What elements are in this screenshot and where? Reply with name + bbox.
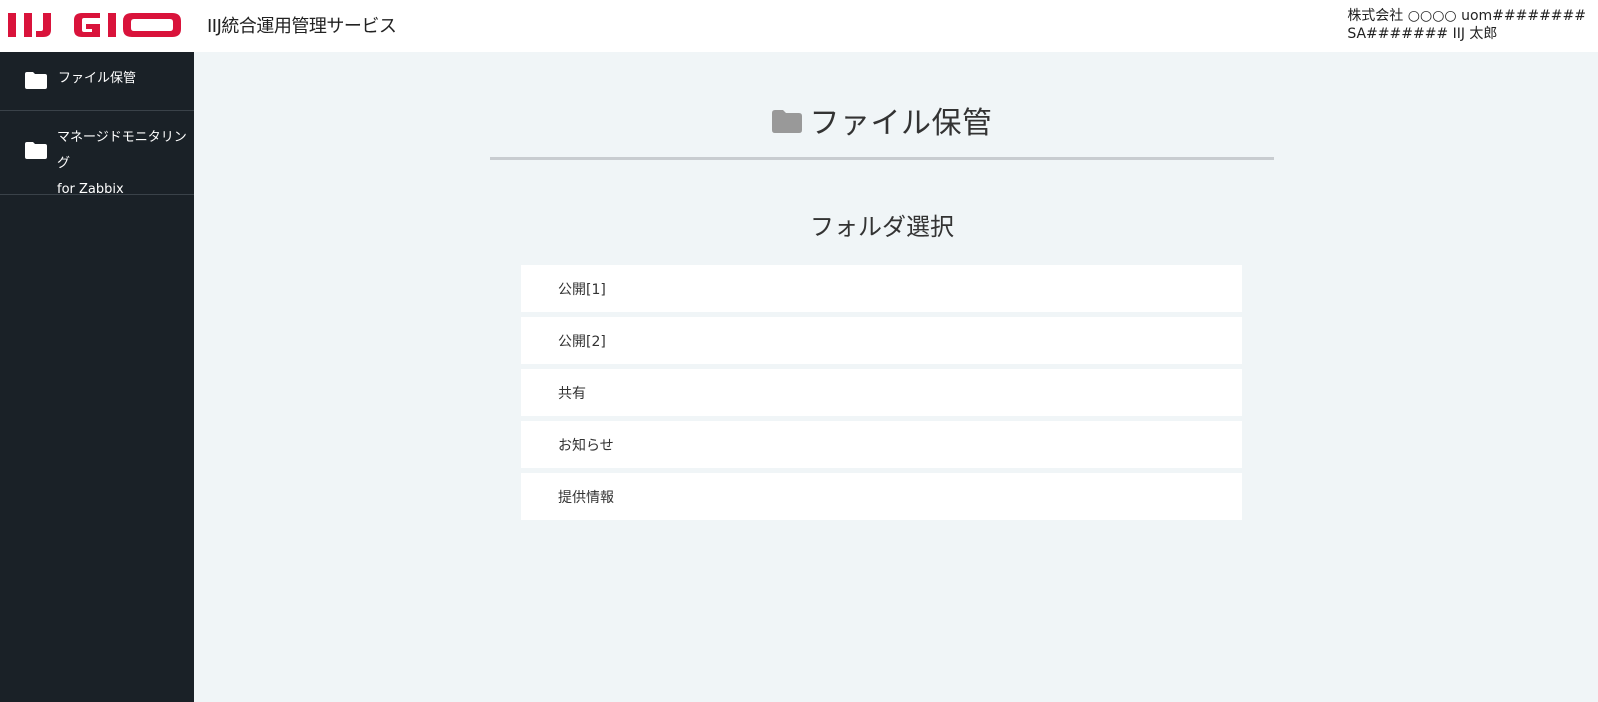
sidebar-item-label-line1: マネージドモニタリング <box>57 130 187 171</box>
sidebar: ファイル保管 マネージドモニタリング for Zabbix <box>0 52 194 702</box>
user-info: 株式会社 ○○○○ uom######## SA####### IIJ 太郎 <box>1347 7 1586 43</box>
sidebar-item-managed-monitoring[interactable]: マネージドモニタリング for Zabbix <box>0 111 194 197</box>
sidebar-item-label: ファイル保管 <box>58 71 137 86</box>
folder-item-public-1[interactable]: 公開[1] <box>521 265 1242 312</box>
folder-list: 公開[1] 公開[2] 共有 お知らせ 提供情報 <box>521 265 1242 525</box>
user-company: 株式会社 ○○○○ uom######## <box>1347 8 1586 24</box>
user-name: SA####### IIJ 太郎 <box>1347 26 1498 42</box>
folder-item-public-2[interactable]: 公開[2] <box>521 317 1242 364</box>
folder-icon <box>771 110 802 133</box>
sidebar-item-label: マネージドモニタリング for Zabbix <box>57 125 194 203</box>
folder-item-notice[interactable]: お知らせ <box>521 421 1242 468</box>
sidebar-item-label-line2: for Zabbix <box>57 182 124 197</box>
page-title: ファイル保管 <box>809 105 993 141</box>
folder-select-heading: フォルダ選択 <box>810 213 954 241</box>
service-name: IIJ統合運用管理サービス <box>207 16 397 37</box>
page-title-bar: ファイル保管 <box>490 100 1274 160</box>
iij-gio-logo[interactable] <box>8 10 194 38</box>
main-content: ファイル保管 フォルダ選択 公開[1] 公開[2] 共有 お知らせ 提供情報 <box>194 52 1598 702</box>
folder-item-shared[interactable]: 共有 <box>521 369 1242 416</box>
folder-icon <box>25 142 47 159</box>
folder-item-provided-info[interactable]: 提供情報 <box>521 473 1242 520</box>
folder-icon <box>25 72 47 89</box>
header: IIJ統合運用管理サービス 株式会社 ○○○○ uom######## SA##… <box>0 0 1598 52</box>
sidebar-item-file-storage[interactable]: ファイル保管 <box>0 52 194 111</box>
